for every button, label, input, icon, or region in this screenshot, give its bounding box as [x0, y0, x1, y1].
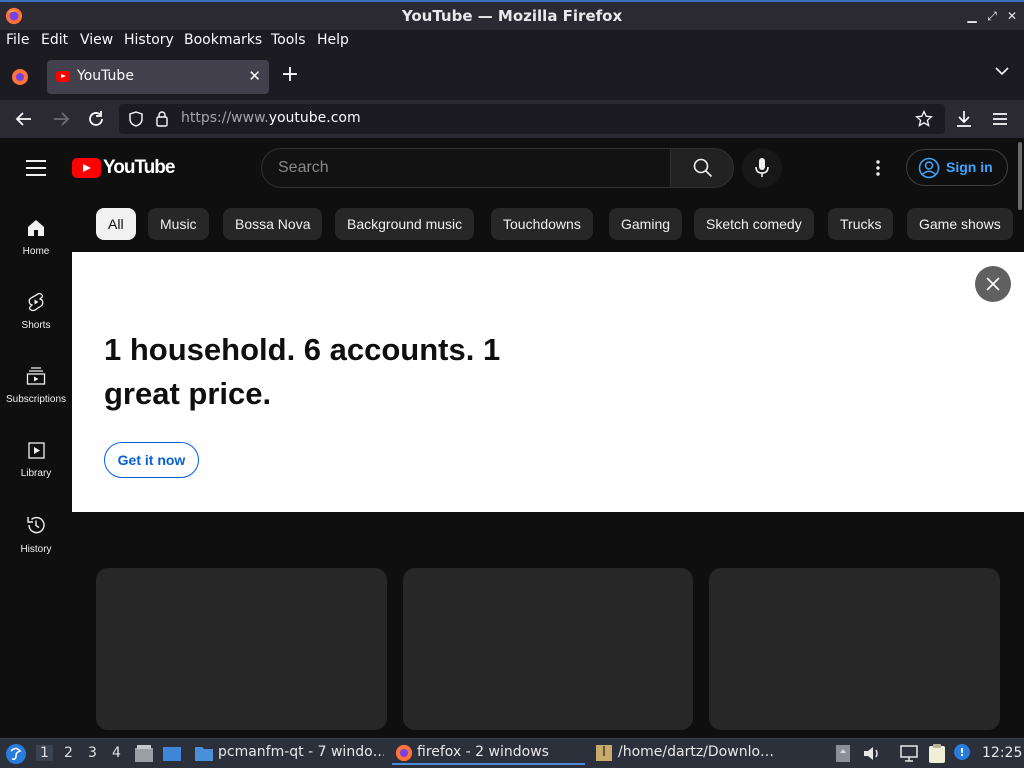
firefox-view-icon[interactable]: [10, 67, 30, 87]
notes-tray-icon[interactable]: [835, 744, 851, 763]
tab-title: YouTube: [77, 68, 134, 84]
restore-icon[interactable]: ⤢: [983, 7, 1001, 25]
tab-youtube[interactable]: YouTube ✕: [47, 60, 269, 94]
menubar: File Edit View History Bookmarks Tools H…: [0, 30, 1024, 54]
history-icon: [27, 516, 45, 534]
forward-icon[interactable]: [50, 108, 72, 130]
menu-bookmarks[interactable]: Bookmarks: [184, 32, 262, 48]
clock[interactable]: 12:25: [982, 745, 1022, 761]
update-notification-icon[interactable]: !: [953, 743, 971, 761]
library-icon: [28, 442, 45, 459]
firefox-icon: [395, 744, 413, 762]
url-bar[interactable]: https://www.youtube.com: [119, 104, 945, 134]
menu-help[interactable]: Help: [317, 32, 349, 48]
back-icon[interactable]: [13, 108, 35, 130]
chip-trucks[interactable]: Trucks: [828, 208, 894, 240]
task-archive[interactable]: /home/dartz/Downlo…: [594, 743, 784, 765]
close-icon: [986, 277, 1000, 291]
list-all-tabs-icon[interactable]: [995, 66, 1009, 76]
chip-game-shows[interactable]: Game shows: [907, 208, 1013, 240]
premium-promo-banner: 1 household. 6 accounts. 1 great price. …: [72, 252, 1024, 512]
guide-item-library[interactable]: Library: [0, 440, 72, 479]
svg-text:!: !: [959, 746, 964, 759]
chip-bossa-nova[interactable]: Bossa Nova: [223, 208, 323, 240]
volume-icon[interactable]: [862, 744, 882, 763]
guide-item-history[interactable]: History: [0, 514, 72, 555]
menu-tools[interactable]: Tools: [271, 32, 306, 48]
minimize-icon[interactable]: ▁: [963, 7, 981, 25]
guide-item-shorts[interactable]: Shorts: [0, 292, 72, 331]
voice-search-button[interactable]: [742, 148, 782, 188]
clipboard-icon[interactable]: [927, 743, 947, 764]
search-button[interactable]: [670, 148, 734, 188]
get-it-now-button[interactable]: Get it now: [104, 442, 199, 478]
youtube-play-icon: [72, 158, 101, 178]
search-icon: [693, 158, 713, 178]
url-text: https://www.youtube.com: [181, 110, 361, 126]
video-card-placeholder[interactable]: [403, 568, 693, 730]
close-window-icon[interactable]: ✕: [1003, 7, 1021, 25]
downloads-icon[interactable]: [953, 108, 975, 130]
guide-menu-icon[interactable]: [26, 160, 46, 181]
chip-music[interactable]: Music: [148, 208, 209, 240]
task-firefox[interactable]: firefox - 2 windows: [392, 743, 585, 765]
lock-icon[interactable]: [155, 110, 169, 127]
banner-headline: 1 household. 6 accounts. 1 great price.: [104, 332, 501, 411]
more-options-icon[interactable]: [868, 158, 888, 178]
youtube-page: YouTube Sign in Home Sh: [0, 138, 1024, 738]
network-icon[interactable]: [899, 744, 919, 763]
chip-background-music[interactable]: Background music: [335, 208, 475, 240]
menu-edit[interactable]: Edit: [41, 32, 68, 48]
page-scrollbar[interactable]: [1018, 142, 1022, 210]
search-input[interactable]: [278, 149, 658, 187]
chip-all[interactable]: All: [96, 208, 136, 240]
taskbar: 1 2 3 4 pcmanfm-qt - 7 windo… firefox - …: [0, 738, 1024, 768]
folder-icon: [195, 747, 213, 761]
chip-gaming[interactable]: Gaming: [609, 208, 683, 240]
tab-close-icon[interactable]: ✕: [248, 67, 261, 85]
guide-item-subscriptions[interactable]: Subscriptions: [0, 366, 72, 405]
window-title: YouTube — Mozilla Firefox: [401, 7, 623, 25]
start-menu-icon[interactable]: [5, 743, 27, 765]
chip-touchdowns[interactable]: Touchdowns: [491, 208, 593, 240]
menu-file[interactable]: File: [6, 32, 29, 48]
app-menu-icon[interactable]: [989, 108, 1011, 130]
menu-view[interactable]: View: [80, 32, 113, 48]
search-box: [261, 148, 671, 188]
file-manager-launcher-icon[interactable]: [134, 744, 154, 763]
tracking-protection-icon[interactable]: [128, 111, 144, 127]
subscriptions-icon: [26, 367, 46, 385]
video-card-placeholder[interactable]: [709, 568, 1000, 730]
window-titlebar: YouTube — Mozilla Firefox ▁ ⤢ ✕: [0, 0, 1024, 30]
sign-in-button[interactable]: Sign in: [906, 149, 1008, 186]
workspace-1[interactable]: 1: [36, 745, 53, 761]
workspace-3[interactable]: 3: [88, 745, 97, 761]
menu-history[interactable]: History: [124, 32, 174, 48]
navigation-bar: https://www.youtube.com: [0, 100, 1024, 138]
reload-icon[interactable]: [85, 108, 107, 130]
guide-item-home[interactable]: Home: [0, 218, 72, 257]
tab-strip: YouTube ✕ +: [0, 54, 1024, 100]
youtube-logo[interactable]: YouTube: [72, 157, 175, 178]
chip-sketch-comedy[interactable]: Sketch comedy: [694, 208, 814, 240]
archive-icon: [596, 745, 612, 761]
shorts-icon: [28, 292, 44, 312]
workspace-2[interactable]: 2: [64, 745, 73, 761]
task-pcmanfm[interactable]: pcmanfm-qt - 7 windo…: [194, 743, 384, 765]
bookmark-star-icon[interactable]: [915, 110, 933, 128]
video-card-placeholder[interactable]: [96, 568, 387, 730]
new-tab-button[interactable]: +: [280, 63, 300, 87]
microphone-icon: [755, 158, 769, 177]
account-icon: [918, 157, 940, 179]
show-desktop-icon[interactable]: [162, 744, 182, 763]
youtube-favicon: [56, 71, 70, 82]
banner-close-button[interactable]: [975, 266, 1011, 302]
workspace-4[interactable]: 4: [112, 745, 121, 761]
home-icon: [28, 220, 44, 236]
